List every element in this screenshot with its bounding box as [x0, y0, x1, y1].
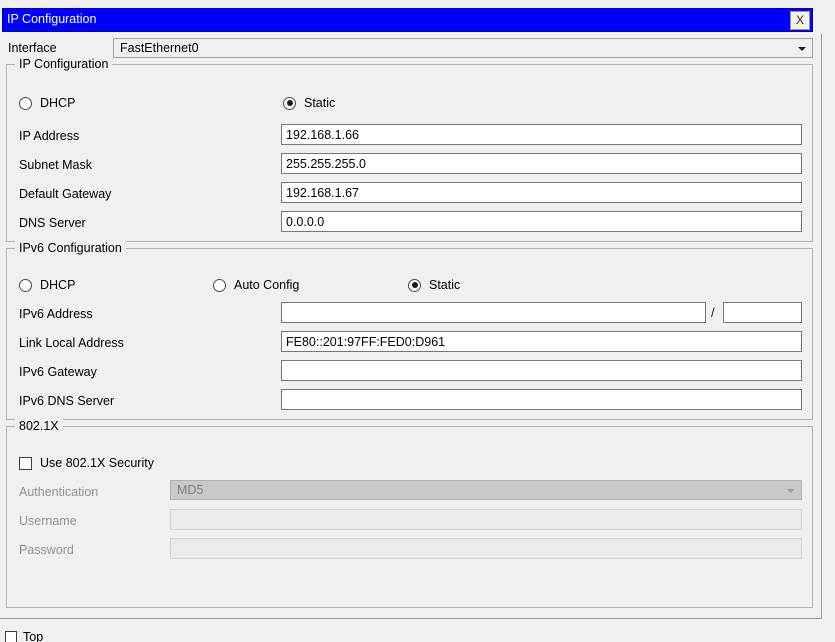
top-checkbox-box — [5, 631, 17, 642]
top-checkbox[interactable]: Top — [5, 631, 43, 642]
radio-ipv6-static-indicator — [408, 278, 421, 292]
right-gutter — [822, 0, 835, 642]
radio-ipv6-auto-config[interactable]: Auto Config — [213, 278, 299, 292]
ip-configuration-dialog: IP Configuration X Interface FastEtherne… — [0, 0, 835, 642]
radio-ipv6-dhcp-label: DHCP — [40, 278, 76, 292]
radio-ipv6-static-label: Static — [429, 278, 461, 292]
ip-configuration-group-title: IP Configuration — [15, 57, 113, 71]
ip-address-label: IP Address — [19, 129, 80, 143]
radio-ipv6-dhcp-indicator — [19, 278, 32, 292]
authentication-label: Authentication — [19, 485, 99, 499]
authentication-dropdown[interactable]: MD5 — [170, 480, 802, 500]
link-local-address-input[interactable] — [281, 331, 802, 352]
default-gateway-label: Default Gateway — [19, 187, 112, 201]
dns-server-label: DNS Server — [19, 216, 86, 230]
dialog-title: IP Configuration — [7, 12, 97, 26]
ipv6-address-input[interactable] — [281, 302, 706, 323]
ipv6-dns-server-input[interactable] — [281, 389, 802, 410]
link-local-address-label: Link Local Address — [19, 336, 124, 350]
radio-ip-static[interactable]: Static — [283, 96, 335, 110]
ipv6-dns-server-label: IPv6 DNS Server — [19, 394, 115, 408]
ipv6-prefix-length-input[interactable] — [723, 302, 802, 323]
ipv6-configuration-group-title: IPv6 Configuration — [15, 241, 126, 255]
password-input[interactable] — [170, 538, 802, 559]
chevron-down-icon — [787, 489, 795, 493]
interface-dropdown-value: FastEthernet0 — [120, 41, 199, 55]
default-gateway-input[interactable] — [281, 182, 802, 203]
username-label: Username — [19, 514, 77, 528]
radio-ip-static-label: Static — [304, 96, 336, 110]
bottom-divider — [0, 618, 822, 619]
radio-ipv6-static[interactable]: Static — [408, 278, 460, 292]
dns-server-input[interactable] — [281, 211, 802, 232]
close-button[interactable]: X — [790, 11, 810, 30]
subnet-mask-label: Subnet Mask — [19, 158, 92, 172]
radio-ip-dhcp-indicator — [19, 96, 32, 110]
radio-ip-static-indicator — [283, 96, 296, 110]
interface-dropdown[interactable]: FastEthernet0 — [113, 38, 813, 58]
dialog-title-bar: IP Configuration X — [2, 8, 813, 32]
dot1x-group-title: 802.1X — [15, 419, 63, 433]
use-dot1x-security-label: Use 802.1X Security — [40, 456, 154, 470]
use-dot1x-security-checkbox[interactable]: Use 802.1X Security — [19, 456, 154, 470]
radio-ipv6-auto-config-label: Auto Config — [234, 278, 300, 292]
radio-ipv6-auto-config-indicator — [213, 278, 226, 292]
authentication-dropdown-value: MD5 — [177, 483, 204, 497]
ipv6-prefix-separator: / — [711, 305, 715, 320]
ipv6-gateway-input[interactable] — [281, 360, 802, 381]
ip-address-input[interactable] — [281, 124, 802, 145]
top-checkbox-label: Top — [23, 631, 44, 642]
interface-label: Interface — [8, 41, 57, 55]
radio-ip-dhcp-label: DHCP — [40, 96, 76, 110]
use-dot1x-security-checkbox-box — [19, 456, 32, 470]
subnet-mask-input[interactable] — [281, 153, 802, 174]
radio-ip-dhcp[interactable]: DHCP — [19, 96, 75, 110]
username-input[interactable] — [170, 509, 802, 530]
ipv6-gateway-label: IPv6 Gateway — [19, 365, 97, 379]
radio-ipv6-dhcp[interactable]: DHCP — [19, 278, 75, 292]
password-label: Password — [19, 543, 74, 557]
chevron-down-icon — [798, 47, 806, 51]
ipv6-address-label: IPv6 Address — [19, 307, 93, 321]
